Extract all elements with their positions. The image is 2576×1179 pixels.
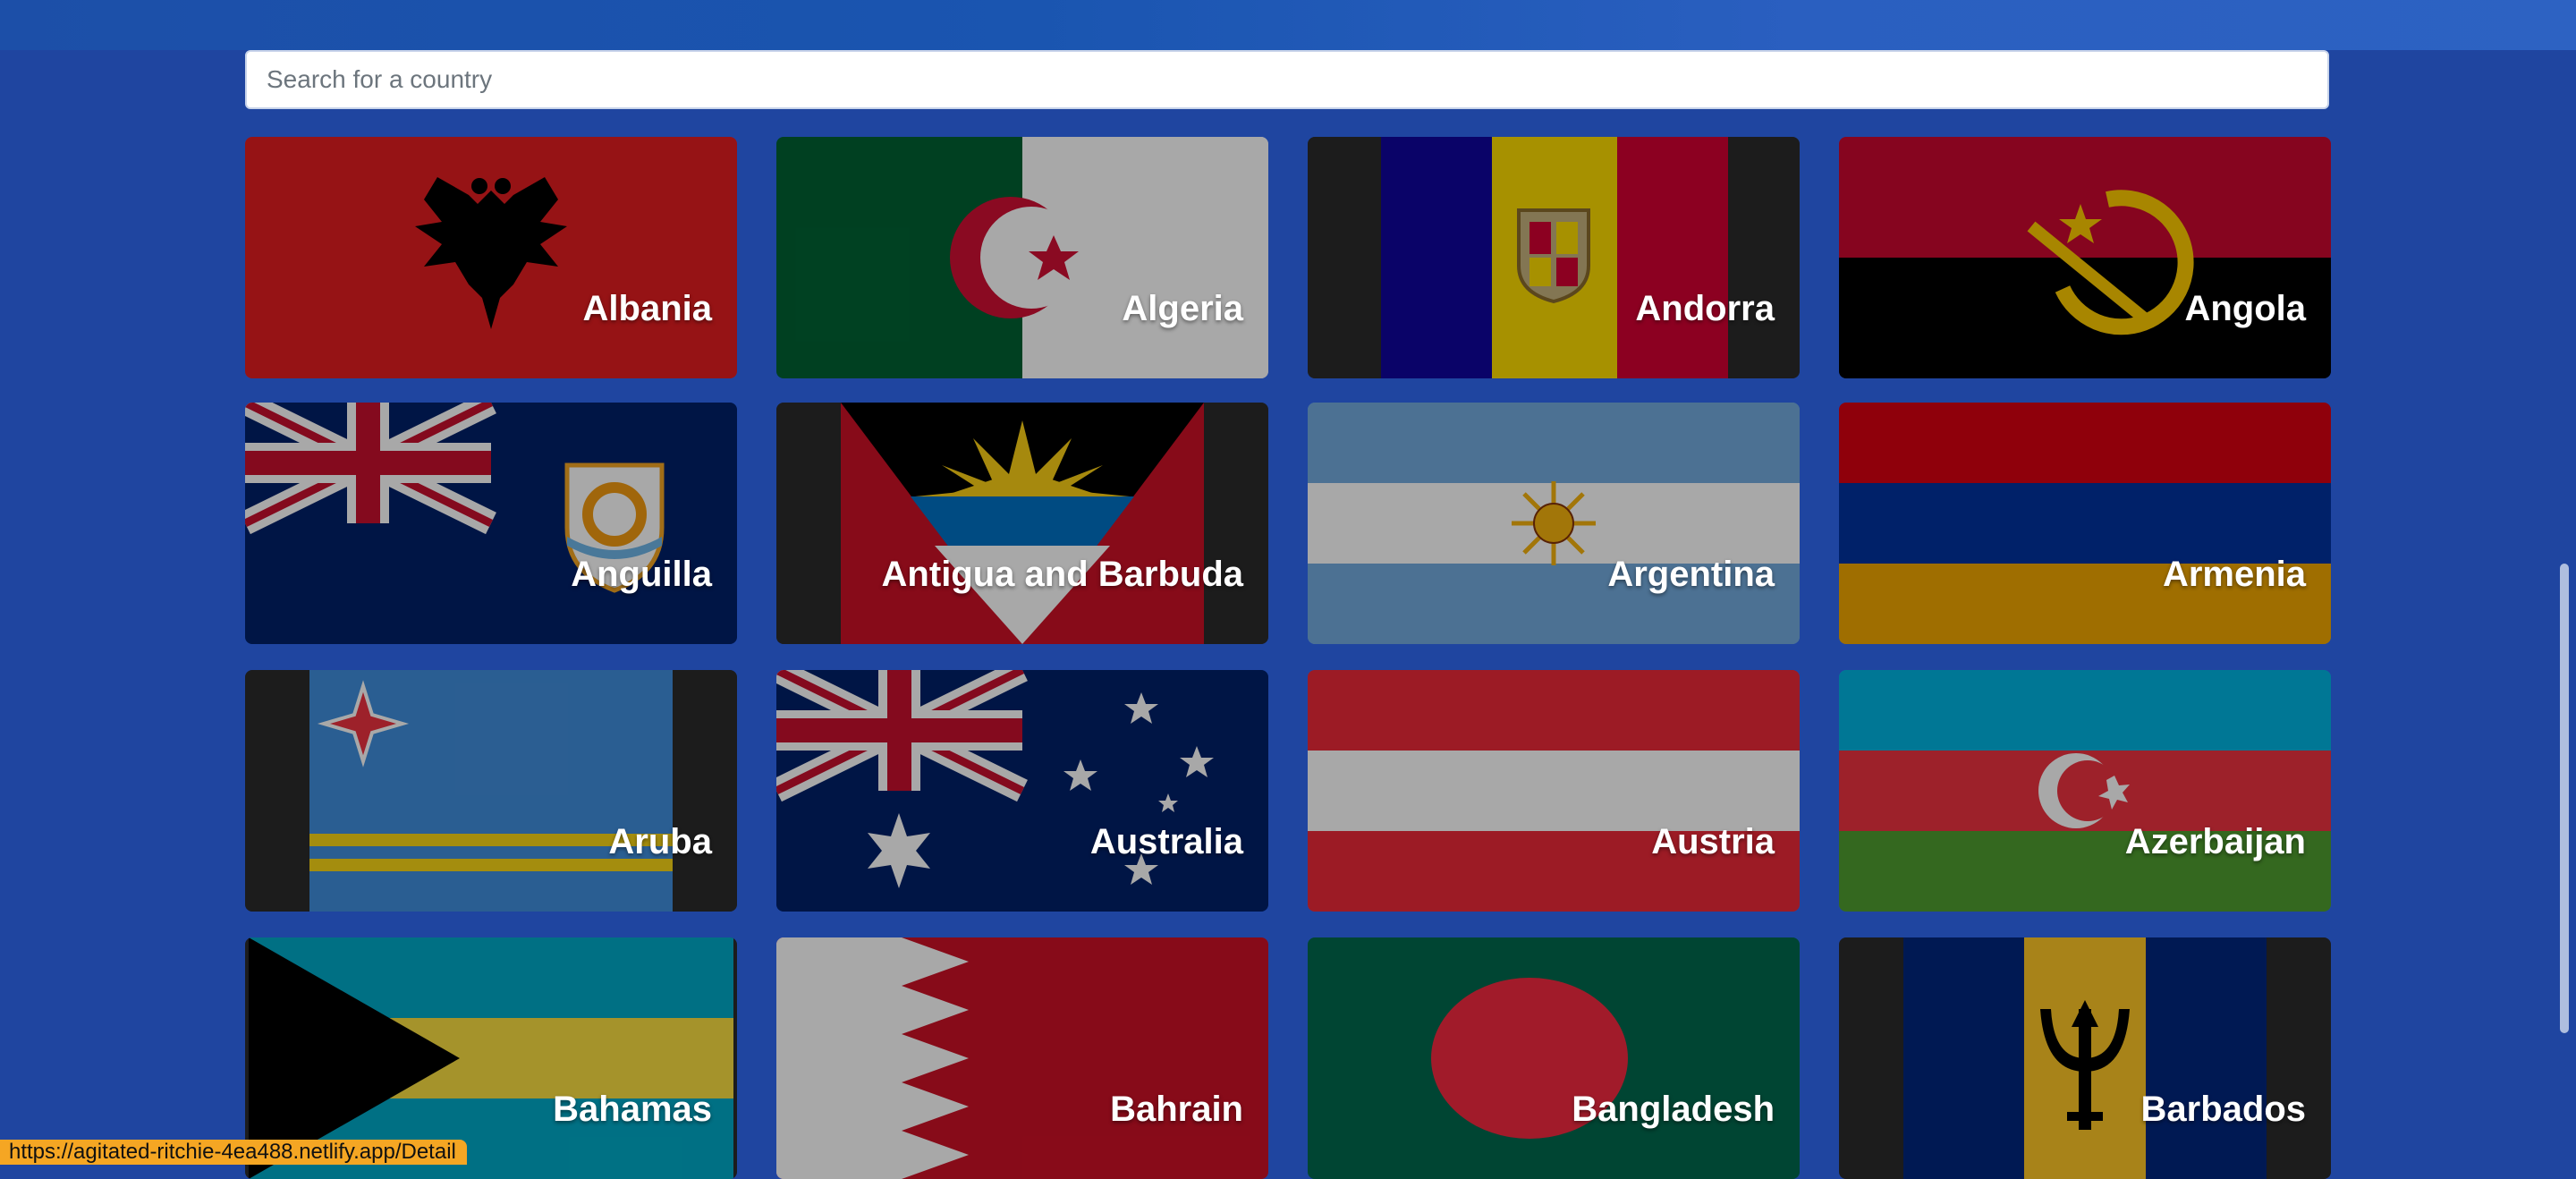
country-card-barbados[interactable]: Barbados xyxy=(1839,937,2331,1179)
country-card-australia[interactable]: Australia xyxy=(776,670,1268,912)
country-name: Bahrain xyxy=(1110,1090,1243,1129)
vertical-scrollbar[interactable] xyxy=(2560,564,2569,1033)
country-card-antigua-and-barbuda[interactable]: Antigua and Barbuda xyxy=(776,403,1268,644)
country-card-armenia[interactable]: Armenia xyxy=(1839,403,2331,644)
country-name: Barbados xyxy=(2140,1090,2307,1129)
country-name: Austria xyxy=(1651,822,1775,861)
country-card-austria[interactable]: Austria xyxy=(1308,670,1800,912)
country-name: Anguilla xyxy=(571,555,712,594)
header-band xyxy=(0,0,2576,50)
country-name: Australia xyxy=(1089,822,1243,861)
country-name: Albania xyxy=(582,289,712,328)
country-name: Andorra xyxy=(1635,289,1775,328)
country-card-algeria[interactable]: Algeria xyxy=(776,137,1268,378)
status-bar-url: https://agitated-ritchie-4ea488.netlify.… xyxy=(0,1140,467,1165)
country-name: Bahamas xyxy=(553,1090,712,1129)
country-name: Algeria xyxy=(1122,289,1243,328)
country-card-bahrain[interactable]: Bahrain xyxy=(776,937,1268,1179)
country-name: Azerbaijan xyxy=(2124,822,2306,861)
country-card-albania[interactable]: Albania xyxy=(245,137,737,378)
country-name: Antigua and Barbuda xyxy=(881,555,1243,594)
country-name: Angola xyxy=(2184,289,2306,328)
search-input[interactable] xyxy=(245,50,2329,109)
country-card-azerbaijan[interactable]: Azerbaijan xyxy=(1839,670,2331,912)
country-name: Aruba xyxy=(608,822,712,861)
country-card-argentina[interactable]: Argentina xyxy=(1308,403,1800,644)
country-name: Bangladesh xyxy=(1572,1090,1775,1129)
country-card-andorra[interactable]: Andorra xyxy=(1308,137,1800,378)
country-name: Armenia xyxy=(2162,555,2306,594)
country-card-angola[interactable]: Angola xyxy=(1839,137,2331,378)
country-card-bangladesh[interactable]: Bangladesh xyxy=(1308,937,1800,1179)
country-card-anguilla[interactable]: Anguilla xyxy=(245,403,737,644)
country-card-aruba[interactable]: Aruba xyxy=(245,670,737,912)
country-name: Argentina xyxy=(1607,555,1775,594)
